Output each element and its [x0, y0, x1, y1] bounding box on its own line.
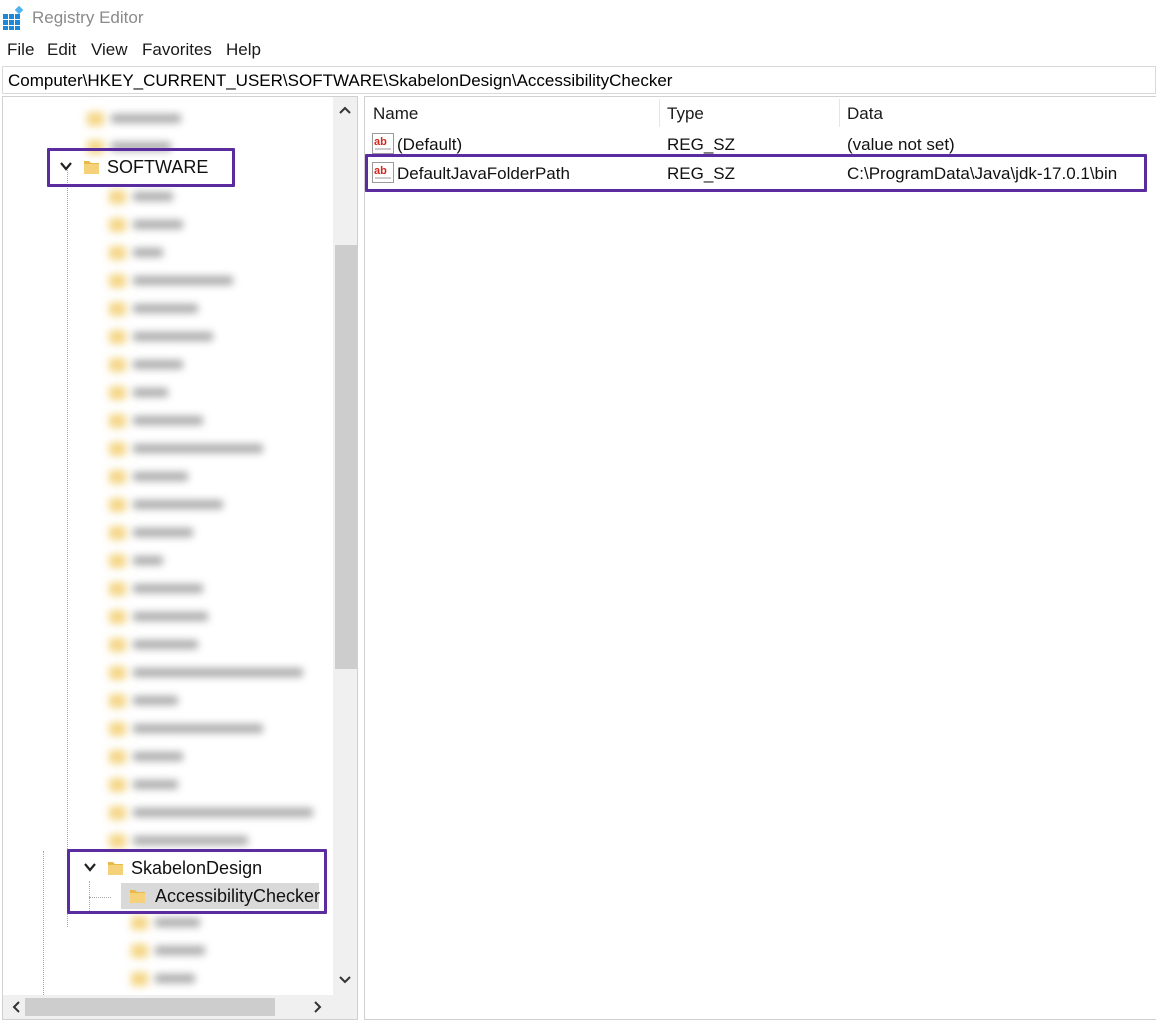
blurred-tree-item: [131, 971, 201, 987]
title-bar: Registry Editor: [0, 0, 1156, 36]
column-header-data-label: Data: [847, 104, 883, 123]
chevron-up-icon: [339, 106, 351, 114]
scroll-up-button[interactable]: [333, 99, 357, 121]
blurred-tree-item: [109, 581, 209, 597]
scroll-left-button[interactable]: [5, 995, 27, 1019]
tree-vertical-scrollbar[interactable]: [333, 97, 357, 995]
scroll-thumb[interactable]: [335, 245, 357, 669]
menu-favorites[interactable]: Favorites: [142, 40, 212, 60]
value-name: (Default): [397, 135, 463, 154]
scrollbar-corner: [333, 995, 357, 1019]
blurred-tree-item: [109, 609, 214, 625]
blurred-tree-item: [109, 413, 209, 429]
menu-help[interactable]: Help: [226, 40, 261, 60]
blurred-tree-item: [109, 245, 169, 261]
svg-text:ab: ab: [374, 136, 387, 148]
tree-pane[interactable]: SOFTWARE SkabelonDesign AccessibilityChe…: [2, 96, 358, 1020]
tree-connector-line: [67, 167, 68, 927]
blurred-tree-item: [109, 665, 309, 681]
blurred-tree-item: [131, 943, 211, 959]
registry-editor-icon: [3, 6, 24, 30]
column-header-name[interactable]: Name: [365, 97, 659, 129]
menu-bar: File Edit View Favorites Help: [0, 36, 1156, 64]
blurred-tree-item: [87, 111, 187, 127]
blurred-tree-item: [109, 637, 204, 653]
blurred-tree-item: [109, 777, 184, 793]
scroll-down-button[interactable]: [333, 969, 357, 991]
tree-connector-line: [43, 851, 44, 1011]
highlight-software: [47, 148, 235, 187]
chevron-right-icon: [314, 1001, 322, 1013]
blurred-tree-item: [109, 525, 199, 541]
scroll-right-button[interactable]: [307, 995, 329, 1019]
blurred-tree-item: [109, 833, 254, 849]
blurred-tree-item: [109, 217, 189, 233]
blurred-tree-item: [109, 805, 319, 821]
menu-edit[interactable]: Edit: [47, 40, 76, 60]
window-title: Registry Editor: [32, 8, 144, 27]
value-pane[interactable]: Name Type Data ab (Default) REG_SZ (valu…: [364, 96, 1156, 1020]
column-header-type-label: Type: [667, 104, 704, 123]
address-bar[interactable]: Computer\HKEY_CURRENT_USER\SOFTWARE\Skab…: [2, 66, 1156, 94]
blurred-tree-item: [109, 441, 269, 457]
value-data: (value not set): [847, 135, 955, 154]
column-header-type[interactable]: Type: [659, 97, 839, 129]
chevron-down-icon: [339, 976, 351, 984]
blurred-tree-item: [109, 469, 194, 485]
blurred-tree-item: [109, 189, 179, 205]
highlight-value-row: [365, 154, 1147, 192]
column-header-data[interactable]: Data: [839, 97, 1155, 129]
tree-horizontal-scrollbar[interactable]: [3, 995, 333, 1019]
blurred-tree-item: [109, 385, 174, 401]
blurred-tree-item: [109, 301, 204, 317]
scroll-thumb[interactable]: [25, 998, 275, 1016]
highlight-skabelondesign: [67, 849, 327, 914]
value-type: REG_SZ: [667, 135, 736, 154]
blurred-tree-item: [109, 497, 229, 513]
blurred-tree-item: [109, 273, 239, 289]
address-path[interactable]: Computer\HKEY_CURRENT_USER\SOFTWARE\Skab…: [8, 71, 672, 91]
blurred-tree-item: [109, 357, 189, 373]
blurred-tree-item: [109, 749, 189, 765]
blurred-tree-item: [109, 553, 169, 569]
column-header-name-label: Name: [373, 104, 419, 123]
chevron-left-icon: [12, 1001, 20, 1013]
blurred-tree-item: [109, 329, 219, 345]
menu-view[interactable]: View: [91, 40, 128, 60]
string-value-icon: ab: [372, 133, 394, 154]
blurred-tree-item: [109, 693, 184, 709]
menu-file[interactable]: File: [7, 40, 34, 60]
blurred-tree-item: [131, 915, 206, 931]
blurred-tree-item: [109, 721, 269, 737]
